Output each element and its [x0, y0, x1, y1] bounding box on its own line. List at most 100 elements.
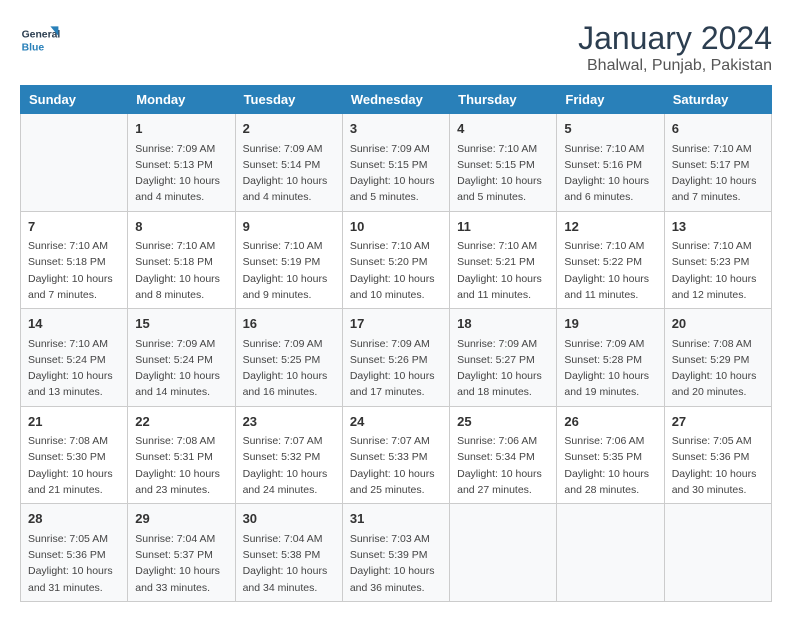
table-row: 24Sunrise: 7:07 AMSunset: 5:33 PMDayligh…: [342, 406, 449, 504]
day-info: Sunrise: 7:10 AMSunset: 5:19 PMDaylight:…: [243, 238, 335, 303]
day-info: Sunrise: 7:09 AMSunset: 5:14 PMDaylight:…: [243, 141, 335, 206]
week-row-3: 14Sunrise: 7:10 AMSunset: 5:24 PMDayligh…: [21, 309, 772, 407]
day-info: Sunrise: 7:06 AMSunset: 5:34 PMDaylight:…: [457, 433, 549, 498]
day-info: Sunrise: 7:09 AMSunset: 5:26 PMDaylight:…: [350, 336, 442, 401]
day-number: 4: [457, 119, 549, 139]
day-number: 30: [243, 509, 335, 529]
table-row: 20Sunrise: 7:08 AMSunset: 5:29 PMDayligh…: [664, 309, 771, 407]
week-row-4: 21Sunrise: 7:08 AMSunset: 5:30 PMDayligh…: [21, 406, 772, 504]
day-number: 16: [243, 314, 335, 334]
table-row: 23Sunrise: 7:07 AMSunset: 5:32 PMDayligh…: [235, 406, 342, 504]
day-info: Sunrise: 7:05 AMSunset: 5:36 PMDaylight:…: [28, 531, 120, 596]
day-info: Sunrise: 7:09 AMSunset: 5:27 PMDaylight:…: [457, 336, 549, 401]
table-row: 30Sunrise: 7:04 AMSunset: 5:38 PMDayligh…: [235, 504, 342, 602]
day-info: Sunrise: 7:10 AMSunset: 5:21 PMDaylight:…: [457, 238, 549, 303]
day-number: 19: [564, 314, 656, 334]
table-row: 6Sunrise: 7:10 AMSunset: 5:17 PMDaylight…: [664, 114, 771, 212]
day-info: Sunrise: 7:08 AMSunset: 5:30 PMDaylight:…: [28, 433, 120, 498]
day-number: 24: [350, 412, 442, 432]
day-number: 7: [28, 217, 120, 237]
day-number: 29: [135, 509, 227, 529]
day-info: Sunrise: 7:09 AMSunset: 5:25 PMDaylight:…: [243, 336, 335, 401]
table-row: [450, 504, 557, 602]
table-row: 13Sunrise: 7:10 AMSunset: 5:23 PMDayligh…: [664, 211, 771, 309]
day-info: Sunrise: 7:08 AMSunset: 5:31 PMDaylight:…: [135, 433, 227, 498]
day-info: Sunrise: 7:07 AMSunset: 5:33 PMDaylight:…: [350, 433, 442, 498]
day-number: 23: [243, 412, 335, 432]
logo: General Blue: [20, 20, 64, 60]
day-number: 31: [350, 509, 442, 529]
day-number: 26: [564, 412, 656, 432]
title-area: January 2024 Bhalwal, Punjab, Pakistan: [578, 20, 772, 75]
logo-icon: General Blue: [20, 20, 60, 60]
svg-text:General: General: [22, 30, 60, 41]
day-info: Sunrise: 7:04 AMSunset: 5:38 PMDaylight:…: [243, 531, 335, 596]
day-number: 22: [135, 412, 227, 432]
day-info: Sunrise: 7:09 AMSunset: 5:15 PMDaylight:…: [350, 141, 442, 206]
day-number: 5: [564, 119, 656, 139]
week-row-1: 1Sunrise: 7:09 AMSunset: 5:13 PMDaylight…: [21, 114, 772, 212]
table-row: 31Sunrise: 7:03 AMSunset: 5:39 PMDayligh…: [342, 504, 449, 602]
day-number: 8: [135, 217, 227, 237]
table-row: 17Sunrise: 7:09 AMSunset: 5:26 PMDayligh…: [342, 309, 449, 407]
day-number: 15: [135, 314, 227, 334]
col-thursday: Thursday: [450, 86, 557, 114]
day-info: Sunrise: 7:10 AMSunset: 5:16 PMDaylight:…: [564, 141, 656, 206]
table-row: 21Sunrise: 7:08 AMSunset: 5:30 PMDayligh…: [21, 406, 128, 504]
day-info: Sunrise: 7:03 AMSunset: 5:39 PMDaylight:…: [350, 531, 442, 596]
table-row: [557, 504, 664, 602]
table-row: 7Sunrise: 7:10 AMSunset: 5:18 PMDaylight…: [21, 211, 128, 309]
table-row: 28Sunrise: 7:05 AMSunset: 5:36 PMDayligh…: [21, 504, 128, 602]
table-row: [21, 114, 128, 212]
svg-text:Blue: Blue: [22, 42, 45, 53]
day-number: 27: [672, 412, 764, 432]
day-number: 9: [243, 217, 335, 237]
table-row: 9Sunrise: 7:10 AMSunset: 5:19 PMDaylight…: [235, 211, 342, 309]
day-info: Sunrise: 7:09 AMSunset: 5:13 PMDaylight:…: [135, 141, 227, 206]
table-row: 16Sunrise: 7:09 AMSunset: 5:25 PMDayligh…: [235, 309, 342, 407]
week-row-2: 7Sunrise: 7:10 AMSunset: 5:18 PMDaylight…: [21, 211, 772, 309]
table-row: 10Sunrise: 7:10 AMSunset: 5:20 PMDayligh…: [342, 211, 449, 309]
day-info: Sunrise: 7:10 AMSunset: 5:22 PMDaylight:…: [564, 238, 656, 303]
table-row: 18Sunrise: 7:09 AMSunset: 5:27 PMDayligh…: [450, 309, 557, 407]
day-info: Sunrise: 7:05 AMSunset: 5:36 PMDaylight:…: [672, 433, 764, 498]
day-number: 10: [350, 217, 442, 237]
table-row: 11Sunrise: 7:10 AMSunset: 5:21 PMDayligh…: [450, 211, 557, 309]
day-info: Sunrise: 7:10 AMSunset: 5:23 PMDaylight:…: [672, 238, 764, 303]
calendar-table: Sunday Monday Tuesday Wednesday Thursday…: [20, 85, 772, 602]
day-number: 18: [457, 314, 549, 334]
col-wednesday: Wednesday: [342, 86, 449, 114]
day-info: Sunrise: 7:08 AMSunset: 5:29 PMDaylight:…: [672, 336, 764, 401]
day-number: 11: [457, 217, 549, 237]
day-number: 14: [28, 314, 120, 334]
col-friday: Friday: [557, 86, 664, 114]
table-row: 12Sunrise: 7:10 AMSunset: 5:22 PMDayligh…: [557, 211, 664, 309]
day-info: Sunrise: 7:09 AMSunset: 5:28 PMDaylight:…: [564, 336, 656, 401]
table-row: 5Sunrise: 7:10 AMSunset: 5:16 PMDaylight…: [557, 114, 664, 212]
table-row: 4Sunrise: 7:10 AMSunset: 5:15 PMDaylight…: [450, 114, 557, 212]
col-tuesday: Tuesday: [235, 86, 342, 114]
day-number: 20: [672, 314, 764, 334]
table-row: 14Sunrise: 7:10 AMSunset: 5:24 PMDayligh…: [21, 309, 128, 407]
day-number: 21: [28, 412, 120, 432]
day-number: 3: [350, 119, 442, 139]
page-title: January 2024: [578, 20, 772, 57]
page-header: General Blue January 2024 Bhalwal, Punja…: [20, 20, 772, 75]
table-row: 22Sunrise: 7:08 AMSunset: 5:31 PMDayligh…: [128, 406, 235, 504]
table-row: 15Sunrise: 7:09 AMSunset: 5:24 PMDayligh…: [128, 309, 235, 407]
table-row: 3Sunrise: 7:09 AMSunset: 5:15 PMDaylight…: [342, 114, 449, 212]
day-info: Sunrise: 7:10 AMSunset: 5:24 PMDaylight:…: [28, 336, 120, 401]
table-row: 8Sunrise: 7:10 AMSunset: 5:18 PMDaylight…: [128, 211, 235, 309]
day-number: 1: [135, 119, 227, 139]
table-row: [664, 504, 771, 602]
day-info: Sunrise: 7:09 AMSunset: 5:24 PMDaylight:…: [135, 336, 227, 401]
table-row: 2Sunrise: 7:09 AMSunset: 5:14 PMDaylight…: [235, 114, 342, 212]
day-number: 25: [457, 412, 549, 432]
day-number: 2: [243, 119, 335, 139]
day-info: Sunrise: 7:10 AMSunset: 5:20 PMDaylight:…: [350, 238, 442, 303]
day-info: Sunrise: 7:04 AMSunset: 5:37 PMDaylight:…: [135, 531, 227, 596]
day-info: Sunrise: 7:10 AMSunset: 5:18 PMDaylight:…: [28, 238, 120, 303]
col-sunday: Sunday: [21, 86, 128, 114]
table-row: 29Sunrise: 7:04 AMSunset: 5:37 PMDayligh…: [128, 504, 235, 602]
day-info: Sunrise: 7:10 AMSunset: 5:18 PMDaylight:…: [135, 238, 227, 303]
